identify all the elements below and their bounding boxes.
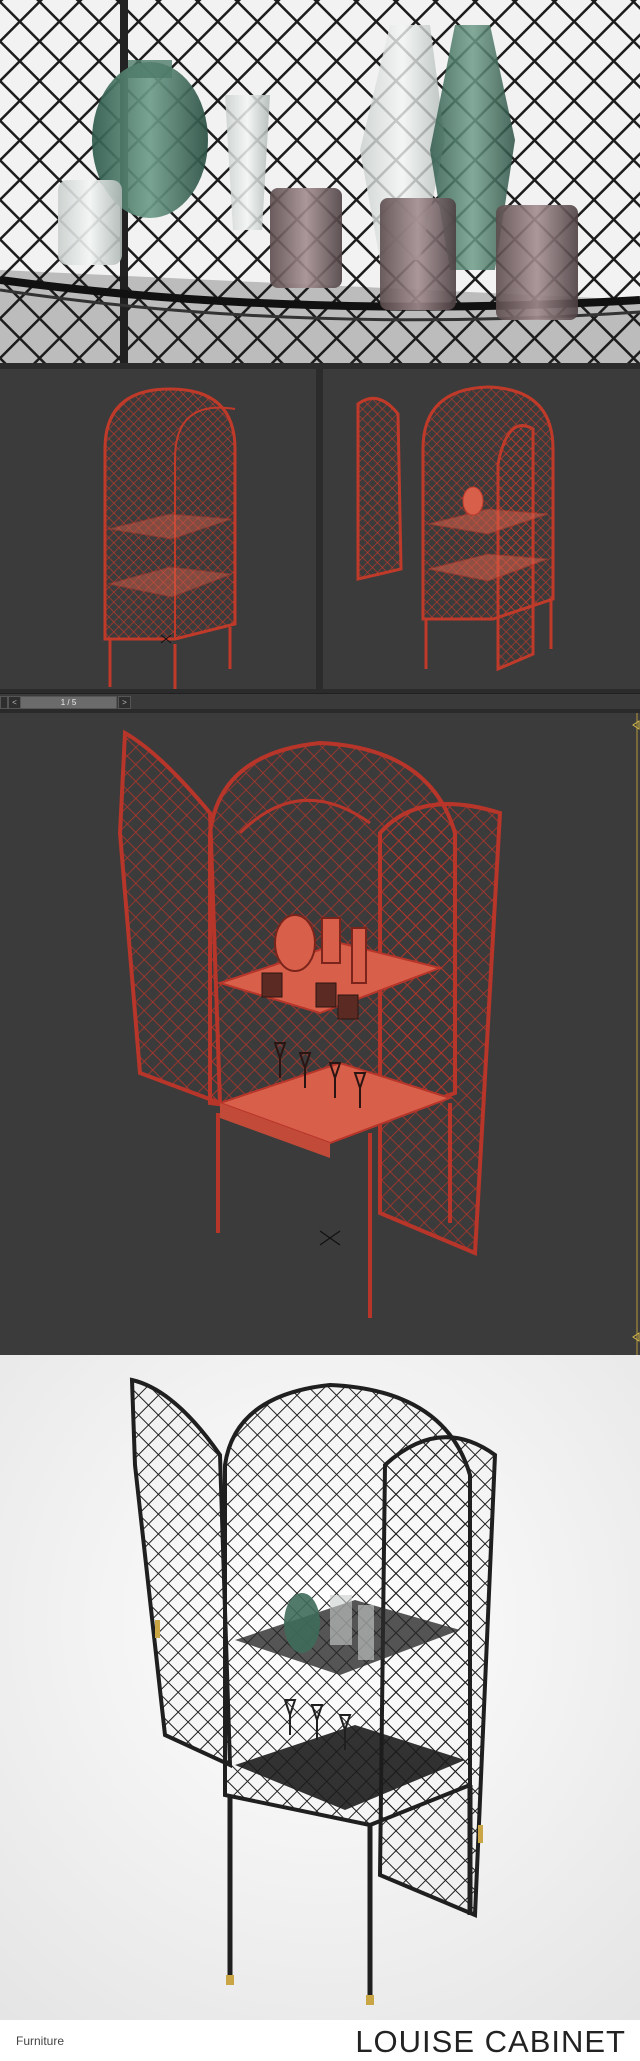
footer: Furniture LOUISE CABINET bbox=[0, 2020, 640, 2061]
viewport-pager: < 1 / 5 > bbox=[0, 693, 640, 710]
pager-next-button[interactable]: > bbox=[118, 696, 131, 709]
category-label: Furniture bbox=[16, 2034, 65, 2048]
product-render-open-cabinet bbox=[0, 1355, 640, 2020]
viewport-side-rail bbox=[630, 713, 640, 1359]
viewport-open-cabinet[interactable] bbox=[323, 369, 640, 689]
viewport-perspective-large[interactable] bbox=[0, 709, 640, 1359]
pager-page-field[interactable]: 1 / 5 bbox=[20, 696, 117, 709]
pager-edge bbox=[0, 696, 8, 709]
viewport-closed-cabinet[interactable] bbox=[0, 369, 316, 689]
triangle-marker-icon bbox=[632, 1332, 640, 1342]
product-photo-glassware bbox=[0, 0, 640, 363]
product-title: LOUISE CABINET bbox=[355, 2024, 626, 2059]
triangle-marker-icon bbox=[632, 720, 640, 730]
cross-gizmo-icon bbox=[319, 1230, 341, 1246]
wireframe-viewports bbox=[0, 363, 640, 693]
